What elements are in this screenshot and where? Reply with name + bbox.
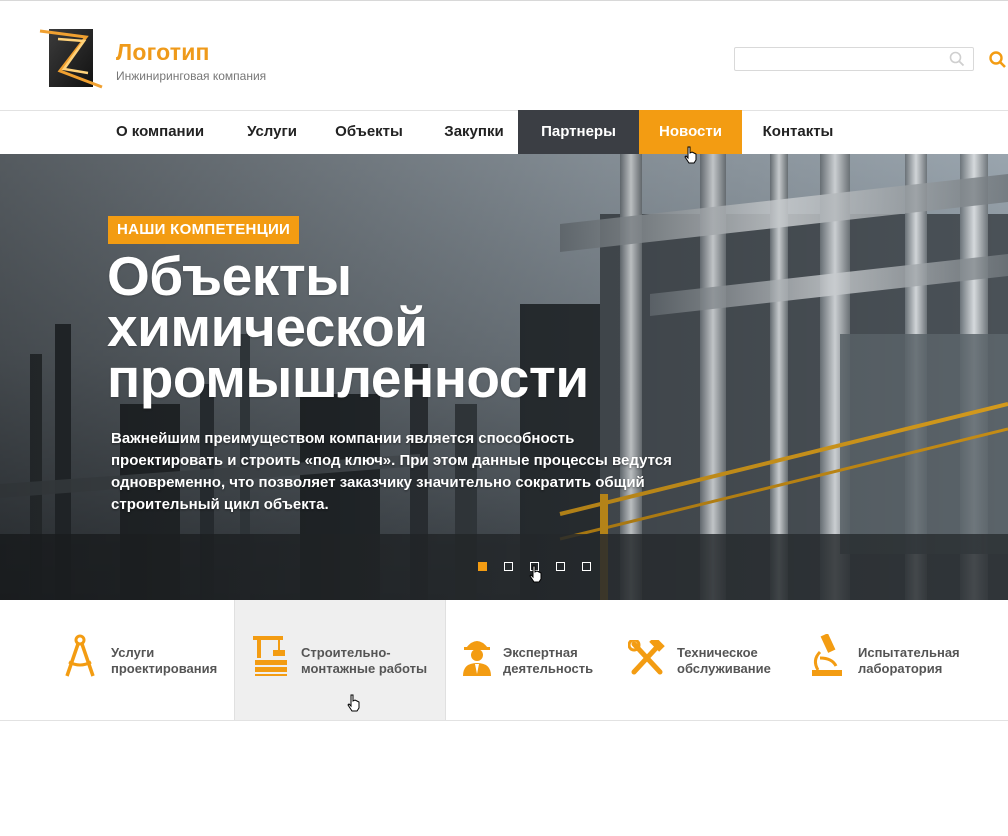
service-label-line: Техническое bbox=[677, 645, 758, 660]
slider-dot-4[interactable] bbox=[556, 562, 565, 571]
compass-icon bbox=[65, 634, 95, 677]
service-label: Техническое обслуживание bbox=[677, 645, 771, 677]
main-nav: О компании Услуги Объекты Закупки Партне… bbox=[0, 110, 1008, 154]
search-input[interactable] bbox=[735, 48, 947, 68]
engineer-helmet-icon bbox=[463, 641, 491, 676]
hero-title-line: Объекты bbox=[107, 245, 352, 307]
slider-dot-5[interactable] bbox=[582, 562, 591, 571]
nav-item-partners[interactable]: Партнеры bbox=[518, 110, 639, 154]
service-label-line: лаборатория bbox=[858, 661, 943, 676]
logo-icon[interactable] bbox=[38, 27, 106, 91]
nav-item-services[interactable]: Услуги bbox=[230, 110, 314, 154]
logo-subtitle: Инжиниринговая компания bbox=[116, 69, 267, 83]
service-label: Экспертная деятельность bbox=[503, 645, 593, 677]
search-inner-icon bbox=[949, 51, 965, 67]
service-laboratory[interactable]: Испытательная лаборатория bbox=[800, 600, 1000, 720]
nav-item-about[interactable]: О компании bbox=[100, 110, 220, 154]
hero-badge: НАШИ КОМПЕТЕНЦИИ bbox=[108, 216, 300, 244]
service-label-line: Испытательная bbox=[858, 645, 960, 660]
slider-dot-1[interactable] bbox=[478, 562, 487, 571]
slider-dot-3[interactable] bbox=[530, 562, 539, 571]
service-label: Испытательная лаборатория bbox=[858, 645, 960, 677]
service-construction[interactable]: Строительно- монтажные работы bbox=[234, 600, 446, 720]
construction-crane-icon bbox=[253, 636, 287, 676]
service-design[interactable]: Услуги проектирования bbox=[52, 600, 232, 720]
hero-slider: НАШИ КОМПЕТЕНЦИИ Объекты химической пром… bbox=[0, 154, 1008, 600]
hero-description-line: Важнейшим преимуществом компании являетс… bbox=[111, 430, 575, 447]
service-label: Услуги проектирования bbox=[111, 645, 217, 677]
hero-title: Объекты химической промышленности bbox=[107, 245, 747, 409]
service-label-line: проектирования bbox=[111, 661, 218, 676]
search-field[interactable] bbox=[734, 47, 974, 71]
hero-description-line: проектировать и строить «под ключ». При … bbox=[111, 452, 672, 469]
nav-item-contacts[interactable]: Контакты bbox=[748, 110, 848, 154]
service-label-line: Услуги bbox=[111, 645, 155, 660]
slider-dot-2[interactable] bbox=[504, 562, 513, 571]
microscope-icon bbox=[812, 634, 842, 676]
service-label: Строительно- монтажные работы bbox=[301, 645, 427, 677]
services-strip: Услуги проектирования Строительно- монта… bbox=[0, 600, 1008, 721]
wrench-hammer-icon bbox=[628, 640, 665, 675]
service-label-line: обслуживание bbox=[677, 661, 771, 676]
service-label-line: монтажные работы bbox=[301, 661, 428, 676]
nav-item-news[interactable]: Новости bbox=[639, 110, 742, 154]
search-icon[interactable] bbox=[988, 50, 1008, 70]
site-header: Логотип Инжиниринговая компания bbox=[0, 1, 1008, 110]
service-label-line: деятельность bbox=[503, 661, 594, 676]
hero-description-line: строительный цикл объекта. bbox=[111, 496, 329, 513]
nav-item-objects[interactable]: Объекты bbox=[324, 110, 414, 154]
service-expertise[interactable]: Экспертная деятельность bbox=[450, 600, 620, 720]
hero-title-line: промышленности bbox=[107, 347, 589, 409]
service-maintenance[interactable]: Техническое обслуживание bbox=[620, 600, 796, 720]
hero-description-line: одновременно, что позволяет заказчику зн… bbox=[111, 474, 645, 491]
hero-description: Важнейшим преимуществом компании являетс… bbox=[111, 428, 731, 516]
service-label-line: Строительно- bbox=[301, 645, 391, 660]
nav-item-procurement[interactable]: Закупки bbox=[430, 110, 518, 154]
hero-title-line: химической bbox=[107, 296, 428, 358]
service-label-line: Экспертная bbox=[503, 645, 578, 660]
logo-title[interactable]: Логотип bbox=[116, 39, 210, 66]
